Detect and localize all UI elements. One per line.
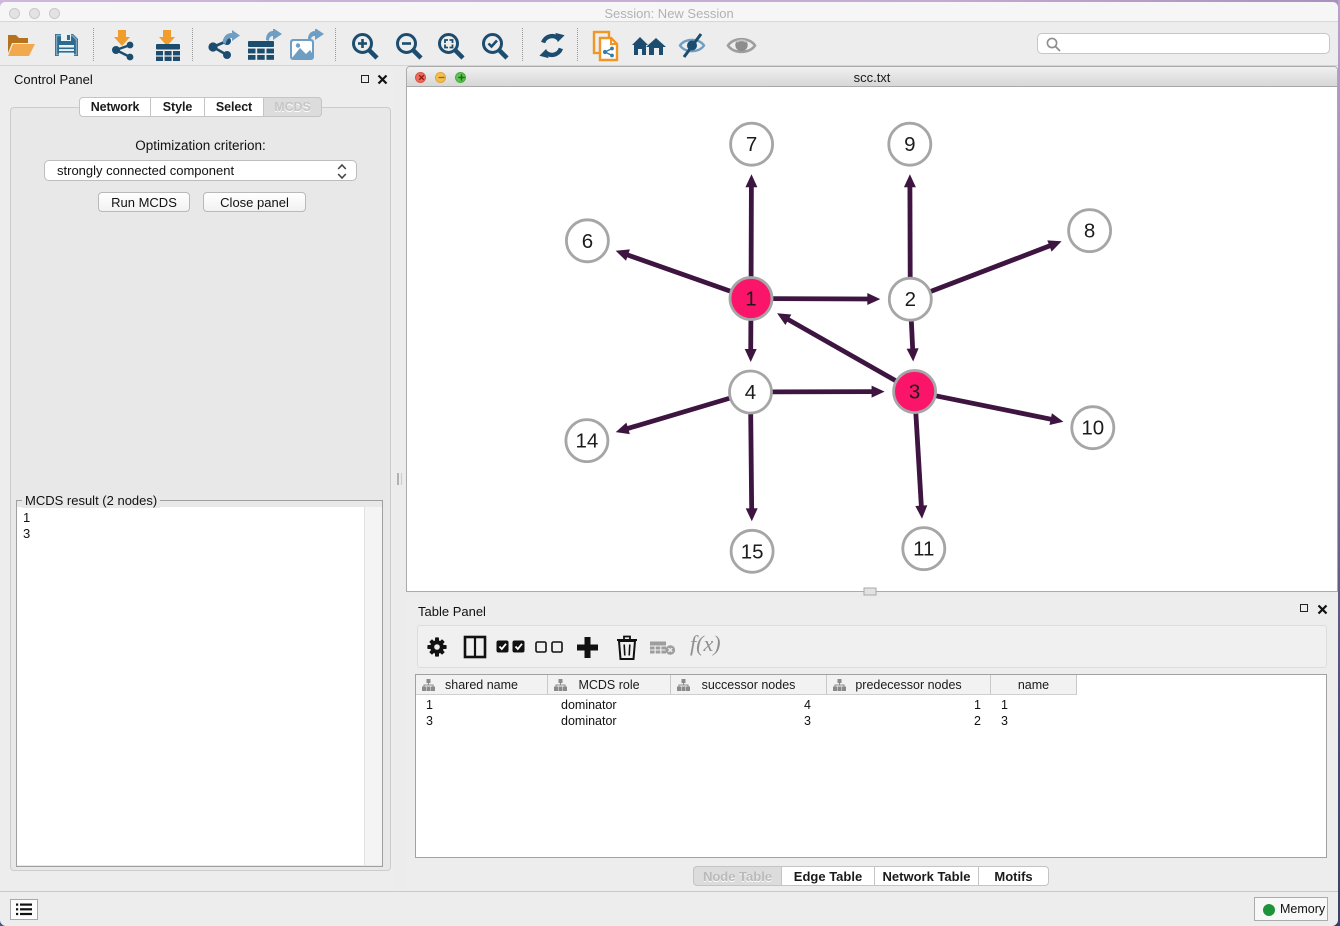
svg-text:3: 3 bbox=[909, 381, 920, 404]
svg-text:9: 9 bbox=[904, 133, 915, 156]
svg-text:1: 1 bbox=[745, 288, 756, 311]
svg-text:14: 14 bbox=[575, 430, 598, 453]
svg-text:10: 10 bbox=[1081, 417, 1104, 440]
svg-text:11: 11 bbox=[913, 538, 934, 561]
svg-text:2: 2 bbox=[905, 288, 916, 311]
svg-text:15: 15 bbox=[741, 540, 764, 563]
svg-text:7: 7 bbox=[746, 133, 757, 156]
svg-text:8: 8 bbox=[1084, 220, 1095, 243]
svg-text:6: 6 bbox=[582, 230, 593, 253]
svg-text:4: 4 bbox=[745, 381, 756, 404]
